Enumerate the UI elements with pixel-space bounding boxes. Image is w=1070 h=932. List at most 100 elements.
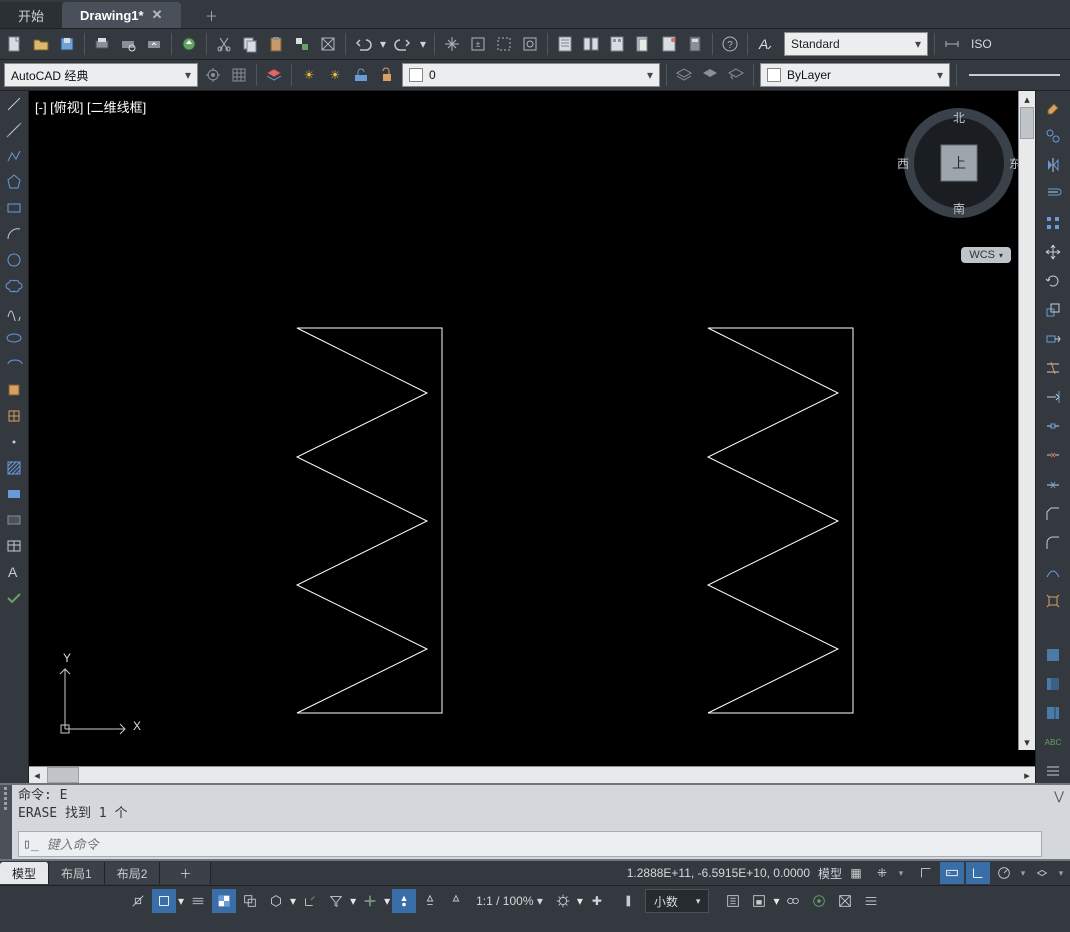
chevron-down-icon[interactable]: ▾ (350, 894, 356, 908)
calculator-icon[interactable] (684, 33, 706, 55)
scroll-up-icon[interactable]: ▴ (1019, 91, 1035, 107)
arc-icon[interactable] (2, 223, 26, 245)
scroll-down-icon[interactable]: ▾ (1019, 734, 1035, 750)
horizontal-scrollbar[interactable]: ◂ ▸ (29, 766, 1035, 783)
new-file-icon[interactable] (4, 33, 26, 55)
customize-icon[interactable] (859, 889, 883, 913)
chevron-down-icon[interactable]: ▾ (773, 894, 779, 908)
chevron-down-icon[interactable]: ▾ (1018, 868, 1028, 879)
scale-icon[interactable] (1040, 299, 1066, 322)
stretch-icon[interactable] (1040, 328, 1066, 351)
layer-on-icon[interactable]: ☀ (298, 64, 320, 86)
chevron-down-icon[interactable]: ▾ (1056, 868, 1066, 879)
spline-icon[interactable] (2, 301, 26, 323)
viewcube[interactable]: 北 南 西 东 上 (899, 103, 1019, 223)
print-icon[interactable] (91, 33, 113, 55)
clean-screen-icon[interactable] (833, 889, 857, 913)
command-line[interactable]: ▯_ (18, 831, 1042, 857)
chevron-down-icon[interactable]: ▾ (418, 33, 428, 55)
region-icon[interactable] (2, 509, 26, 531)
layer-freeze-icon[interactable]: ☀ (324, 64, 346, 86)
transparency-icon[interactable] (212, 889, 236, 913)
quick-props-icon[interactable] (721, 889, 745, 913)
palette-2-icon[interactable] (1040, 673, 1066, 696)
units-icon[interactable] (619, 889, 643, 913)
insert-block-icon[interactable] (2, 379, 26, 401)
layer-lock-icon[interactable] (350, 64, 372, 86)
constraint-icon[interactable] (914, 862, 938, 884)
wcs-badge[interactable]: WCS▾ (961, 247, 1011, 263)
save-icon[interactable] (56, 33, 78, 55)
scroll-right-icon[interactable]: ▸ (1019, 767, 1035, 783)
text-style-combo[interactable]: Standard▾ (784, 32, 928, 56)
ellipse-arc-icon[interactable] (2, 353, 26, 375)
break-icon[interactable] (1040, 444, 1066, 467)
zoom-extents-icon[interactable]: ± (467, 33, 489, 55)
text-style-icon[interactable]: A (754, 33, 776, 55)
palette-1-icon[interactable] (1040, 644, 1066, 667)
trim-icon[interactable] (1040, 357, 1066, 380)
rectangle-icon[interactable] (2, 197, 26, 219)
layout-tab-layout1[interactable]: 布局1 (49, 862, 105, 884)
help-icon[interactable]: ? (719, 33, 741, 55)
join-icon[interactable] (1040, 473, 1066, 496)
zoom-prev-icon[interactable] (519, 33, 541, 55)
layer-prev-icon[interactable] (725, 64, 747, 86)
isodraft-icon[interactable] (1030, 862, 1054, 884)
hardware-accel-icon[interactable] (807, 889, 831, 913)
workspace-combo[interactable]: AutoCAD 经典▾ (4, 63, 198, 87)
annotation-scale-icon[interactable] (444, 889, 468, 913)
move-icon[interactable] (1040, 240, 1066, 263)
layer-state-icon[interactable] (673, 64, 695, 86)
tab-start[interactable]: 开始 (0, 2, 62, 28)
command-close-icon[interactable]: ⋁ (1048, 785, 1070, 859)
print-preview-icon[interactable] (117, 33, 139, 55)
erase-icon[interactable] (1040, 95, 1066, 118)
gizmo-icon[interactable] (358, 889, 382, 913)
offset-icon[interactable] (1040, 182, 1066, 205)
sheet-set-icon[interactable] (632, 33, 654, 55)
dim-style-icon[interactable] (941, 33, 963, 55)
zoom-readout[interactable]: 1:1 / 100% ▾ (470, 894, 549, 908)
construction-line-icon[interactable] (2, 119, 26, 141)
chevron-down-icon[interactable]: ▾ (384, 894, 390, 908)
scroll-thumb[interactable] (47, 767, 79, 783)
abc-icon[interactable]: ABC (1040, 731, 1066, 754)
copy-icon[interactable] (239, 33, 261, 55)
layout-tab-add[interactable]: ＋ (160, 862, 211, 884)
snap-toggle-icon[interactable]: ⁜ (870, 862, 894, 884)
cut-icon[interactable] (213, 33, 235, 55)
viewcube-west[interactable]: 西 (897, 155, 909, 172)
grid-icon[interactable] (228, 64, 250, 86)
chamfer-icon[interactable] (1040, 502, 1066, 525)
ortho-icon[interactable] (966, 862, 990, 884)
dyn-ucs-icon[interactable] (298, 889, 322, 913)
polyline-icon[interactable] (2, 145, 26, 167)
2d-osnap-icon[interactable] (152, 889, 176, 913)
viewcube-north[interactable]: 北 (953, 109, 965, 126)
ellipse-icon[interactable] (2, 327, 26, 349)
gradient-icon[interactable] (2, 483, 26, 505)
layer-unlock-icon[interactable] (376, 64, 398, 86)
layer-manager-icon[interactable] (263, 64, 285, 86)
undo-icon[interactable] (352, 33, 374, 55)
point-icon[interactable] (2, 431, 26, 453)
redo-icon[interactable] (392, 33, 414, 55)
tab-new[interactable]: ＋ (181, 2, 243, 28)
chevron-down-icon[interactable]: ▾ (290, 894, 296, 908)
scroll-thumb[interactable] (1020, 107, 1034, 139)
hatch-icon[interactable] (2, 457, 26, 479)
isolate-icon[interactable] (781, 889, 805, 913)
paste-icon[interactable] (265, 33, 287, 55)
pan-icon[interactable] (441, 33, 463, 55)
annotation-visibility-icon[interactable] (392, 889, 416, 913)
lock-ui-icon[interactable] (747, 889, 771, 913)
block-editor-icon[interactable] (317, 33, 339, 55)
osnap-tracking-icon[interactable] (126, 889, 150, 913)
markup-icon[interactable] (658, 33, 680, 55)
layout-tab-model[interactable]: 模型 (0, 862, 49, 884)
make-block-icon[interactable] (2, 405, 26, 427)
units-combo[interactable]: 小数▾ (645, 889, 710, 913)
dynamic-input-icon[interactable] (940, 862, 964, 884)
open-file-icon[interactable] (30, 33, 52, 55)
